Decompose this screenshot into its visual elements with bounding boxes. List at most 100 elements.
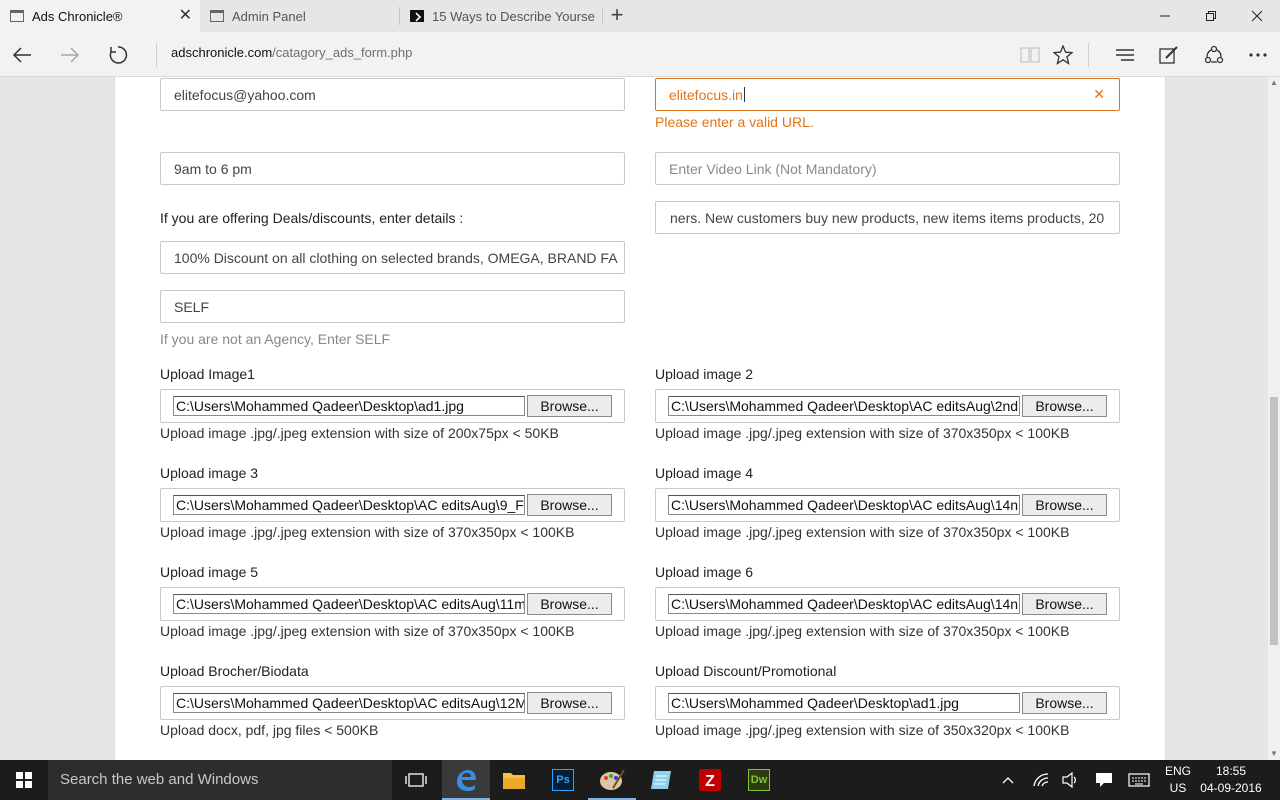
upload-image-3: C:\Users\Mohammed Qadeer\Desktop\AC edit…	[160, 488, 625, 522]
browse-button[interactable]: Browse...	[527, 494, 612, 516]
refresh-button[interactable]	[102, 39, 134, 71]
upload-image-1-label: Upload Image1	[160, 366, 255, 382]
upload-image-1: C:\Users\Mohammed Qadeer\Desktop\ad1.jpg…	[160, 389, 625, 423]
taskbar: Search the web and Windows Ps Z Dw ENG U…	[0, 760, 1280, 800]
task-view-button[interactable]	[392, 760, 440, 800]
refresh-icon	[109, 46, 128, 64]
browse-button[interactable]: Browse...	[527, 593, 612, 615]
paint-taskbar-button[interactable]	[588, 760, 636, 800]
network-button[interactable]	[1030, 760, 1052, 800]
clock-time: 18:55	[1215, 764, 1247, 778]
website-field[interactable]: elitefocus.in ✕	[655, 78, 1120, 111]
task-view-icon	[405, 773, 427, 787]
agency-field[interactable]: SELF	[160, 290, 625, 323]
file-path-input[interactable]: C:\Users\Mohammed Qadeer\Desktop\AC edit…	[173, 594, 525, 614]
chevron-up-icon	[1002, 777, 1014, 784]
edge-taskbar-button[interactable]	[442, 760, 490, 800]
timing-field[interactable]: 9am to 6 pm	[160, 152, 625, 185]
tab-ads-chronicle[interactable]: Ads Chronicle® ✕	[0, 0, 200, 32]
browse-button[interactable]: Browse...	[1022, 692, 1107, 714]
browse-button[interactable]: Browse...	[1022, 494, 1107, 516]
vertical-scrollbar[interactable]: ▲ ▼	[1268, 77, 1280, 760]
notepad-taskbar-button[interactable]	[637, 760, 685, 800]
email-field[interactable]: elitefocus@yahoo.com	[160, 78, 625, 111]
forward-button[interactable]	[54, 39, 86, 71]
close-window-button[interactable]	[1234, 0, 1280, 32]
file-path-input[interactable]: C:\Users\Mohammed Qadeer\Desktop\AC edit…	[668, 396, 1020, 416]
deals-field[interactable]: 100% Discount on all clothing on selecte…	[160, 241, 625, 274]
tab-divider	[602, 7, 603, 25]
file-path-input[interactable]: C:\Users\Mohammed Qadeer\Desktop\AC edit…	[668, 495, 1020, 515]
restore-button[interactable]	[1188, 0, 1234, 32]
upload-hint: Upload image .jpg/.jpeg extension with s…	[160, 623, 575, 639]
description-value: ners. New customers buy new products, ne…	[670, 209, 1105, 226]
upload-brochure-label: Upload Brocher/Biodata	[160, 663, 309, 679]
ad-form: elitefocus@yahoo.com elitefocus.in ✕ Ple…	[114, 77, 1166, 760]
upload-image-6: C:\Users\Mohammed Qadeer\Desktop\AC edit…	[655, 587, 1120, 621]
start-button[interactable]	[0, 760, 48, 800]
reading-view-button[interactable]	[1014, 39, 1046, 71]
hub-button[interactable]	[1109, 39, 1141, 71]
clear-icon[interactable]: ✕	[1093, 86, 1105, 103]
more-button[interactable]	[1242, 39, 1274, 71]
upload-hint: Upload image .jpg/.jpeg extension with s…	[655, 524, 1070, 540]
upload-hint: Upload image .jpg/.jpeg extension with s…	[655, 425, 1070, 441]
medium-icon	[410, 10, 424, 22]
clock[interactable]: 18:55 04-09-2016	[1200, 763, 1262, 797]
close-tab-icon[interactable]: ✕	[179, 7, 192, 25]
file-path-input[interactable]: C:\Users\Mohammed Qadeer\Desktop\AC edit…	[173, 693, 525, 713]
minimize-button[interactable]	[1142, 0, 1188, 32]
volume-button[interactable]	[1060, 760, 1082, 800]
region-code: US	[1169, 781, 1187, 795]
upload-hint: Upload image .jpg/.jpeg extension with s…	[160, 524, 575, 540]
tab-describe-yourself[interactable]: 15 Ways to Describe Yourse	[400, 0, 602, 32]
show-hidden-icons-button[interactable]	[998, 760, 1018, 800]
taskbar-search[interactable]: Search the web and Windows	[48, 760, 392, 800]
new-tab-button[interactable]: +	[606, 4, 628, 28]
upload-image-4-label: Upload image 4	[655, 465, 754, 481]
upload-discount-label: Upload Discount/Promotional	[655, 663, 837, 679]
file-path-input[interactable]: C:\Users\Mohammed Qadeer\Desktop\AC edit…	[668, 594, 1020, 614]
dreamweaver-icon: Dw	[748, 769, 770, 791]
file-explorer-taskbar-button[interactable]	[490, 760, 538, 800]
scroll-up-icon[interactable]: ▲	[1268, 77, 1280, 89]
action-center-button[interactable]	[1093, 760, 1115, 800]
file-path-input[interactable]: C:\Users\Mohammed Qadeer\Desktop\AC edit…	[173, 495, 525, 515]
browse-button[interactable]: Browse...	[1022, 395, 1107, 417]
file-path-input[interactable]: C:\Users\Mohammed Qadeer\Desktop\ad1.jpg	[173, 396, 525, 416]
upload-discount: C:\Users\Mohammed Qadeer\Desktop\ad1.jpg…	[655, 686, 1120, 720]
input-language[interactable]: ENG US	[1162, 763, 1194, 797]
share-button[interactable]	[1198, 39, 1230, 71]
tab-bar: Ads Chronicle® ✕ Admin Panel 15 Ways to …	[0, 0, 1280, 32]
description-field[interactable]: ners. New customers buy new products, ne…	[655, 201, 1120, 234]
touch-keyboard-button[interactable]	[1126, 760, 1152, 800]
svg-text:Z: Z	[705, 773, 715, 790]
address-bar[interactable]: adschronicle.com/catagory_ads_form.php	[171, 45, 412, 60]
file-path-input[interactable]: C:\Users\Mohammed Qadeer\Desktop\ad1.jpg	[668, 693, 1020, 713]
upload-image-4: C:\Users\Mohammed Qadeer\Desktop\AC edit…	[655, 488, 1120, 522]
windows-logo-icon	[16, 772, 32, 788]
browse-button[interactable]: Browse...	[1022, 593, 1107, 615]
filezilla-icon: Z	[699, 769, 721, 791]
favorite-button[interactable]	[1047, 39, 1079, 71]
speaker-icon	[1062, 772, 1076, 788]
photoshop-taskbar-button[interactable]: Ps	[539, 760, 587, 800]
scroll-down-icon[interactable]: ▼	[1268, 748, 1280, 760]
agency-value: SELF	[174, 298, 210, 315]
tab-title: 15 Ways to Describe Yourse	[432, 8, 595, 24]
lang-code: ENG	[1164, 764, 1191, 778]
web-note-button[interactable]	[1153, 39, 1185, 71]
back-button[interactable]	[6, 39, 38, 71]
clock-date: 04-09-2016	[1200, 781, 1262, 795]
deals-value: 100% Discount on all clothing on selecte…	[174, 249, 618, 266]
browse-button[interactable]: Browse...	[527, 395, 612, 417]
dreamweaver-taskbar-button[interactable]: Dw	[735, 760, 783, 800]
tab-admin-panel[interactable]: Admin Panel	[200, 0, 399, 32]
upload-hint: Upload image .jpg/.jpeg extension with s…	[655, 623, 1070, 639]
filezilla-taskbar-button[interactable]: Z	[686, 760, 734, 800]
browse-button[interactable]: Browse...	[527, 692, 612, 714]
upload-brochure: C:\Users\Mohammed Qadeer\Desktop\AC edit…	[160, 686, 625, 720]
scroll-thumb[interactable]	[1270, 397, 1278, 645]
video-link-field[interactable]: Enter Video Link (Not Mandatory)	[655, 152, 1120, 185]
forward-arrow-icon	[61, 47, 80, 63]
